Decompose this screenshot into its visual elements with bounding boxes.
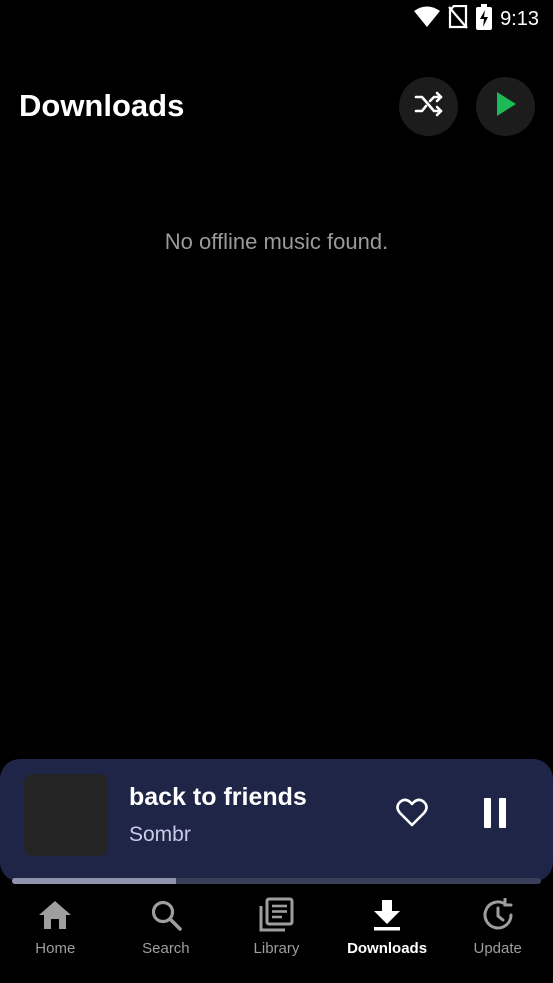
- update-icon: [479, 896, 517, 934]
- download-icon: [368, 896, 406, 934]
- track-artist: Sombr: [129, 823, 191, 846]
- nav-item-library[interactable]: Library: [221, 884, 332, 983]
- nav-item-search[interactable]: Search: [111, 884, 222, 983]
- mini-player[interactable]: back to friends Sombr: [0, 759, 553, 882]
- home-icon: [36, 896, 74, 934]
- pause-icon: [484, 797, 506, 833]
- nav-label-update: Update: [473, 940, 522, 957]
- battery-charging-icon: [476, 3, 493, 35]
- track-title: back to friends: [129, 783, 307, 811]
- nav-item-update[interactable]: Update: [442, 884, 553, 983]
- heart-outline-icon: [396, 798, 428, 832]
- nav-item-home[interactable]: Home: [0, 884, 111, 983]
- status-icons: 9:13: [414, 3, 539, 35]
- nav-item-downloads[interactable]: Downloads: [332, 884, 443, 983]
- status-bar: 9:13: [0, 0, 553, 38]
- like-button[interactable]: [393, 797, 431, 833]
- shuffle-icon: [414, 91, 444, 122]
- play-icon: [495, 91, 517, 122]
- header: Downloads: [0, 76, 553, 138]
- page-title: Downloads: [19, 88, 185, 123]
- album-art: [24, 774, 108, 856]
- nav-label-library: Library: [253, 940, 300, 957]
- library-icon: [257, 896, 295, 934]
- nav-label-downloads: Downloads: [347, 940, 428, 957]
- search-icon: [147, 896, 185, 934]
- wifi-icon: [414, 6, 441, 33]
- play-all-button[interactable]: [476, 77, 535, 136]
- no-sim-icon: [448, 4, 468, 34]
- pause-button[interactable]: [477, 797, 513, 833]
- bottom-nav: Home Search Library Downloads Update: [0, 884, 553, 983]
- status-time: 9:13: [500, 7, 539, 30]
- nav-label-home: Home: [35, 940, 76, 957]
- nav-label-search: Search: [142, 940, 190, 957]
- shuffle-button[interactable]: [399, 77, 458, 136]
- empty-state-message: No offline music found.: [164, 229, 389, 254]
